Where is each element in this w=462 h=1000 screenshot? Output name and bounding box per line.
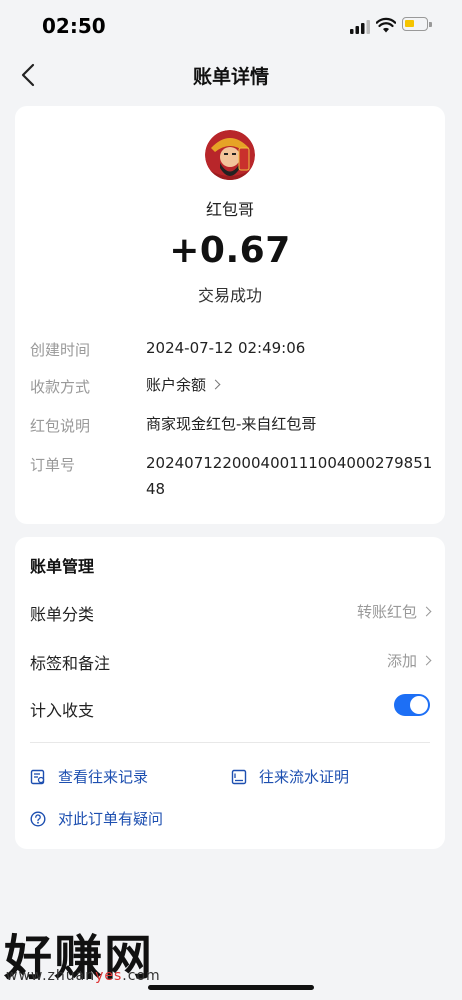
document-icon — [231, 769, 247, 784]
home-indicator[interactable] — [148, 985, 314, 990]
nav-bar: 账单详情 — [0, 50, 462, 100]
records-icon — [30, 769, 45, 784]
tags-notes-row[interactable]: 标签和备注 添加 — [30, 650, 432, 674]
row-value: 添加 — [386, 652, 417, 670]
chevron-right-icon — [421, 606, 432, 617]
bill-summary-card: 红包哥 +0.67 交易成功 创建时间 2024-07-12 02:49:06 … — [15, 106, 445, 524]
count-in-budget-toggle[interactable] — [394, 694, 430, 716]
bill-management-card: 账单管理 账单分类 转账红包 标签和备注 添加 计入收支 查看往来记录 往来流水… — [15, 537, 445, 849]
detail-value: 账户余额 — [146, 376, 207, 394]
transaction-amount: +0.67 — [169, 230, 291, 271]
detail-label: 订单号 — [30, 456, 76, 474]
status-bar: 02:50 — [0, 0, 462, 50]
detail-label: 创建时间 — [30, 341, 91, 359]
question-icon — [30, 810, 46, 827]
row-label: 标签和备注 — [30, 654, 111, 673]
count-in-budget-row: 计入收支 — [30, 694, 430, 721]
row-value: 转账红包 — [356, 603, 417, 621]
watermark-url: www.zhuanyes.com — [6, 968, 161, 984]
divider — [30, 742, 430, 743]
merchant-avatar — [205, 130, 255, 180]
status-time: 02:50 — [42, 14, 106, 38]
merchant-name: 红包哥 — [205, 200, 254, 219]
battery-icon — [402, 17, 432, 31]
transaction-proof-link[interactable]: 往来流水证明 — [231, 766, 349, 787]
order-question-link[interactable]: 对此订单有疑问 — [30, 808, 163, 829]
page-title: 账单详情 — [192, 66, 269, 88]
row-label: 计入收支 — [30, 701, 95, 720]
detail-label: 红包说明 — [30, 417, 91, 435]
cellular-signal-icon — [350, 20, 370, 34]
wifi-icon — [376, 17, 396, 33]
chevron-right-icon — [421, 655, 432, 666]
detail-value: 商家现金红包-来自红包哥 — [146, 415, 317, 433]
detail-value: 20240712200040011100400027985148 — [146, 454, 433, 498]
view-records-link[interactable]: 查看往来记录 — [30, 766, 148, 787]
transaction-status: 交易成功 — [197, 286, 262, 305]
detail-label: 收款方式 — [30, 378, 91, 396]
chevron-right-icon — [210, 379, 221, 390]
bill-category-row[interactable]: 账单分类 转账红包 — [30, 601, 432, 625]
detail-value: 2024-07-12 02:49:06 — [146, 339, 306, 357]
row-label: 账单分类 — [30, 605, 95, 624]
section-title: 账单管理 — [30, 557, 95, 576]
